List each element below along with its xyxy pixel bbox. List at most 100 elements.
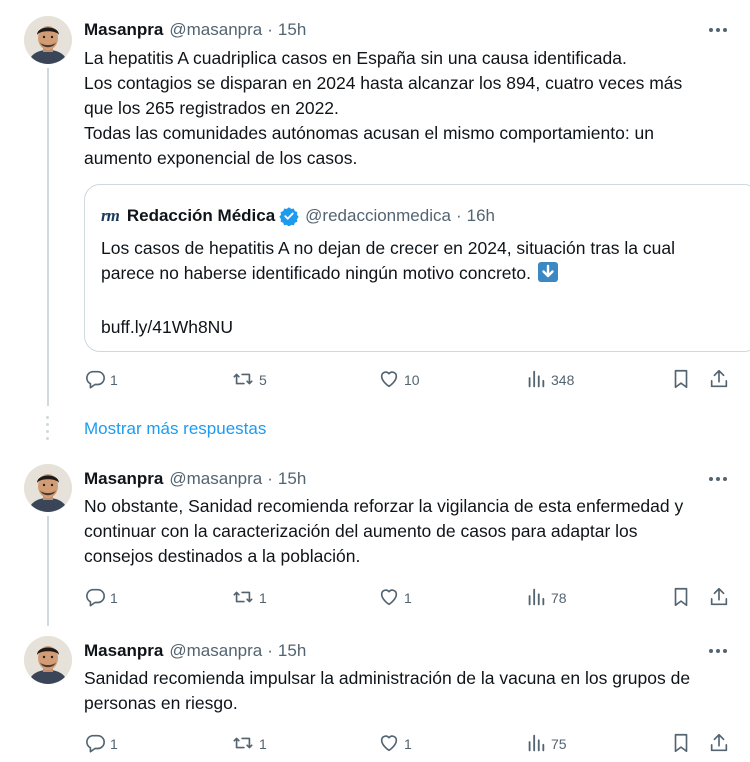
more-horizontal-icon[interactable] <box>706 640 730 662</box>
heart-icon <box>378 586 400 611</box>
quoted-tweet[interactable]: rm Redacción Médica @redaccionmedica · 1… <box>84 184 750 352</box>
author-handle[interactable]: @masanpra <box>169 641 262 661</box>
quoted-text-line-2: parece no haberse identificado ningún mo… <box>101 261 741 286</box>
quoted-timestamp: 16h <box>466 206 495 225</box>
retweet-icon <box>231 732 255 757</box>
bookmark-button[interactable] <box>670 368 692 392</box>
like-button[interactable]: 10 <box>378 368 420 392</box>
views-count: 75 <box>551 736 567 752</box>
tweet-actions: 1 1 1 78 <box>84 586 734 610</box>
more-horizontal-icon[interactable] <box>706 19 730 41</box>
avatar-image <box>24 16 72 64</box>
reply-icon <box>84 368 106 393</box>
tweet-3[interactable]: Masanpra @masanpra · 15h Sanidad recomie… <box>0 620 750 762</box>
verified-badge-icon <box>279 206 299 226</box>
author-name[interactable]: Masanpra <box>84 641 163 661</box>
views-button[interactable]: 75 <box>525 732 567 756</box>
timestamp[interactable]: 15h <box>278 469 306 489</box>
reply-button[interactable]: 1 <box>84 732 118 756</box>
like-count: 1 <box>404 736 412 752</box>
timestamp[interactable]: 15h <box>278 20 306 40</box>
tweet-header: Masanpra @masanpra · 15h <box>84 19 306 41</box>
tweet-text-line: continuar con la caracterización del aum… <box>84 521 638 541</box>
share-icon <box>708 368 730 393</box>
author-handle[interactable]: @masanpra <box>169 469 262 489</box>
avatar-image <box>24 636 72 684</box>
tweet-header: Masanpra @masanpra · 15h <box>84 468 306 490</box>
author-handle[interactable]: @masanpra <box>169 20 262 40</box>
retweet-button[interactable]: 5 <box>231 368 267 392</box>
views-button[interactable]: 348 <box>525 368 574 392</box>
avatar[interactable] <box>24 636 72 684</box>
retweet-button[interactable]: 1 <box>231 732 267 756</box>
quoted-text-line: Los casos de hepatitis A no dejan de cre… <box>101 238 675 258</box>
tweet-2[interactable]: Masanpra @masanpra · 15h No obstante, Sa… <box>0 448 750 626</box>
tweet-text-line: aumento exponencial de los casos. <box>84 148 358 168</box>
quoted-author-handle: @redaccionmedica <box>305 206 451 225</box>
share-button[interactable] <box>708 732 730 756</box>
reply-icon <box>84 586 106 611</box>
reply-count: 1 <box>110 590 118 606</box>
views-chart-icon <box>525 368 547 393</box>
quoted-tweet-text: Los casos de hepatitis A no dejan de cre… <box>101 236 741 286</box>
views-button[interactable]: 78 <box>525 586 567 610</box>
avatar[interactable] <box>24 464 72 512</box>
thread-line <box>47 68 49 406</box>
thread-dots <box>46 416 50 444</box>
bookmark-button[interactable] <box>670 586 692 610</box>
bookmark-button[interactable] <box>670 732 692 756</box>
quoted-tweet-header: rm Redacción Médica @redaccionmedica · 1… <box>101 205 495 227</box>
heart-icon <box>378 732 400 757</box>
share-icon <box>708 732 730 757</box>
views-chart-icon <box>525 586 547 611</box>
separator: · <box>267 641 273 660</box>
tweet-text: Sanidad recomienda impulsar la administr… <box>84 666 734 716</box>
like-count: 10 <box>404 372 420 388</box>
views-count: 78 <box>551 590 567 606</box>
avatar-image <box>24 464 72 512</box>
tweet-text-line: No obstante, Sanidad recomienda reforzar… <box>84 496 684 516</box>
retweet-button[interactable]: 1 <box>231 586 267 610</box>
reply-count: 1 <box>110 736 118 752</box>
tweet-actions: 1 1 1 75 <box>84 732 734 756</box>
tweet-text-line: Los contagios se disparan en 2024 hasta … <box>84 73 683 93</box>
tweet-text: No obstante, Sanidad recomienda reforzar… <box>84 494 734 569</box>
retweet-count: 1 <box>259 736 267 752</box>
tweet-header: Masanpra @masanpra · 15h <box>84 640 306 662</box>
author-name[interactable]: Masanpra <box>84 469 163 489</box>
tweet-text-line: Sanidad recomienda impulsar la administr… <box>84 668 691 688</box>
down-arrow-emoji-icon <box>537 262 558 282</box>
bookmark-icon <box>670 732 692 757</box>
show-more-replies-link[interactable]: Mostrar más respuestas <box>84 419 266 439</box>
reply-icon <box>84 732 106 757</box>
avatar[interactable] <box>24 16 72 64</box>
quoted-avatar-logo: rm <box>101 206 120 225</box>
share-button[interactable] <box>708 586 730 610</box>
tweet-text-line: que los 265 registrados en 2022. <box>84 98 339 118</box>
retweet-icon <box>231 586 255 611</box>
tweet-text-line: La hepatitis A cuadriplica casos en Espa… <box>84 48 627 68</box>
share-button[interactable] <box>708 368 730 392</box>
author-name[interactable]: Masanpra <box>84 20 163 40</box>
more-horizontal-icon[interactable] <box>706 468 730 490</box>
tweet-actions: 1 5 10 348 <box>84 368 734 392</box>
bookmark-icon <box>670 586 692 611</box>
quoted-text-line: parece no haberse identificado ningún mo… <box>101 263 531 283</box>
bookmark-icon <box>670 368 692 393</box>
like-button[interactable]: 1 <box>378 586 412 610</box>
reply-button[interactable]: 1 <box>84 368 118 392</box>
reply-button[interactable]: 1 <box>84 586 118 610</box>
separator: · <box>267 20 273 39</box>
quoted-author-name: Redacción Médica <box>126 206 276 225</box>
tweet-text-line: Todas las comunidades autónomas acusan e… <box>84 123 655 143</box>
thread-line <box>47 516 49 626</box>
reply-count: 1 <box>110 372 118 388</box>
timestamp[interactable]: 15h <box>278 641 306 661</box>
views-count: 348 <box>551 372 575 388</box>
tweet-1[interactable]: Masanpra @masanpra · 15h La hepatitis A … <box>0 0 750 410</box>
quoted-link[interactable]: buff.ly/41Wh8NU <box>101 315 233 340</box>
retweet-count: 5 <box>259 372 267 388</box>
separator: · <box>455 206 462 225</box>
tweet-text-line: consejos destinados a la población. <box>84 546 361 566</box>
like-button[interactable]: 1 <box>378 732 412 756</box>
